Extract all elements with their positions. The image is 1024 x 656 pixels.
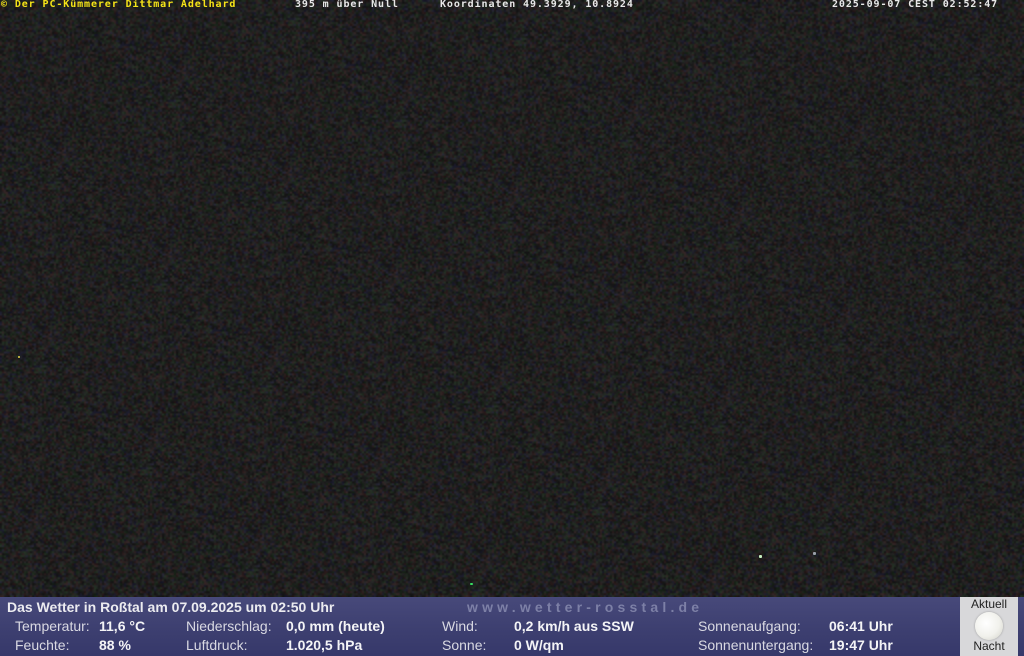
wind-value: 0,2 km/h aus SSW (514, 618, 634, 634)
full-moon-icon (975, 612, 1003, 640)
sunset-value: 19:47 Uhr (829, 637, 893, 653)
light-speck (813, 552, 816, 555)
coordinates-text: Koordinaten 49.3929, 10.8924 (440, 0, 634, 10)
moon-current-label: Aktuell (970, 597, 1008, 611)
webcam-caption-bar: © Der PC-Kümmerer Dittmar Adelhard 395 m… (0, 0, 1024, 11)
night-sky-noise (0, 0, 1024, 597)
altitude-text: 395 m über Null (295, 0, 399, 10)
wind-label: Wind: (442, 618, 478, 634)
light-speck (759, 555, 762, 558)
precipitation-label: Niederschlag: (186, 618, 272, 634)
precipitation-value: 0,0 mm (heute) (286, 618, 385, 634)
timestamp-text: 2025-09-07 CEST 02:52:47 (832, 0, 999, 10)
humidity-label: Feuchte: (15, 637, 70, 653)
sunset-label: Sonnenuntergang: (698, 637, 814, 653)
temperature-value: 11,6 °C (99, 618, 146, 634)
sun-label: Sonne: (442, 637, 487, 653)
webcam-image (0, 0, 1024, 597)
humidity-value: 88 % (99, 637, 131, 653)
pressure-value: 1.020,5 hPa (286, 637, 363, 653)
light-speck (18, 356, 20, 358)
website-link[interactable]: www.wetter-rosstal.de (467, 599, 703, 615)
weather-info-bar: Das Wetter in Roßtal am 07.09.2025 um 02… (0, 597, 1024, 656)
temperature-label: Temperatur: (15, 618, 90, 634)
copyright-text: © Der PC-Kümmerer Dittmar Adelhard (1, 0, 237, 10)
noise-canvas (0, 0, 1024, 597)
pressure-label: Luftdruck: (186, 637, 248, 653)
weather-title: Das Wetter in Roßtal am 07.09.2025 um 02… (7, 599, 335, 615)
moon-phase-panel: Aktuell Nacht (960, 597, 1018, 656)
light-speck (470, 583, 473, 585)
sun-value: 0 W/qm (514, 637, 564, 653)
moon-night-label: Nacht (973, 639, 1005, 653)
sunrise-value: 06:41 Uhr (829, 618, 893, 634)
sunrise-label: Sonnenaufgang: (698, 618, 801, 634)
